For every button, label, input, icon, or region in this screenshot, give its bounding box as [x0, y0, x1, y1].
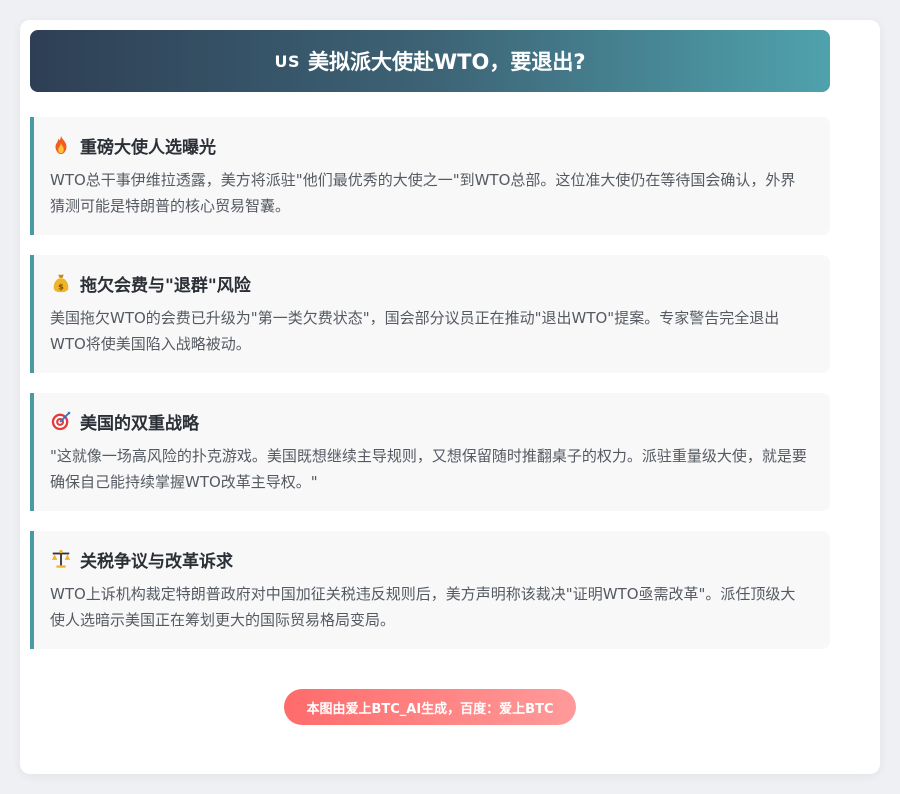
- section-title: 重磅大使人选曝光: [80, 137, 216, 158]
- page-title: 美拟派大使赴WTO，要退出?: [307, 50, 586, 74]
- section-title: 关税争议与改革诉求: [80, 551, 233, 572]
- section-tariff-reform: 关税争议与改革诉求 WTO上诉机构裁定特朗普政府对中国加征关税违反规则后，美方声…: [30, 531, 830, 649]
- scales-icon: [50, 548, 72, 570]
- fire-icon: [50, 134, 72, 156]
- section-dual-strategy: 美国的双重战略 "这就像一场高风险的扑克游戏。美国既想继续主导规则，又想保留随时…: [30, 393, 830, 511]
- footer-badge: 本图由爱上BTC_AI生成，百度：爱上BTC: [284, 689, 576, 725]
- section-title: 美国的双重战略: [80, 413, 199, 434]
- page-header: US 美拟派大使赴WTO，要退出?: [30, 30, 830, 92]
- money-bag-icon: $: [50, 272, 72, 294]
- section-ambassador: 重磅大使人选曝光 WTO总干事伊维拉透露，美方将派驻"他们最优秀的大使之一"到W…: [30, 117, 830, 235]
- svg-text:$: $: [58, 281, 64, 291]
- target-icon: [50, 410, 72, 432]
- us-flag-icon: US: [274, 51, 300, 71]
- section-text: WTO上诉机构裁定特朗普政府对中国加征关税违反规则后，美方声明称该裁决"证明WT…: [50, 585, 796, 629]
- section-text: "这就像一场高风险的扑克游戏。美国既想继续主导规则，又想保留随时推翻桌子的权力。…: [50, 447, 807, 491]
- section-text: 美国拖欠WTO的会费已升级为"第一类欠费状态"，国会部分议员正在推动"退出WTO…: [50, 309, 780, 353]
- section-title: 拖欠会费与"退群"风险: [80, 275, 251, 296]
- section-dues-risk: $ 拖欠会费与"退群"风险 美国拖欠WTO的会费已升级为"第一类欠费状态"，国会…: [30, 255, 830, 373]
- section-text: WTO总干事伊维拉透露，美方将派驻"他们最优秀的大使之一"到WTO总部。这位准大…: [50, 171, 796, 215]
